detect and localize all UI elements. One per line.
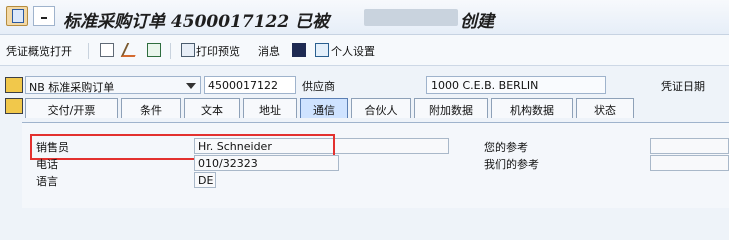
redacted-user — [364, 9, 458, 26]
document-icon[interactable] — [6, 6, 28, 26]
phone-field[interactable]: 010/32323 — [194, 155, 339, 171]
tab-address[interactable]: 地址 — [243, 98, 297, 118]
doc-date-label: 凭证日期 — [661, 80, 705, 93]
print-preview-icon[interactable] — [181, 43, 195, 57]
order-type-select[interactable]: NB 标准采购订单 — [25, 76, 201, 94]
tab-org-data[interactable]: 机构数据 — [491, 98, 573, 118]
tab-communication[interactable]: 通信 — [300, 98, 348, 118]
tab-partners[interactable]: 合伙人 — [351, 98, 411, 118]
your-reference-label: 您的参考 — [484, 141, 528, 154]
tab-strip: 交付/开票 条件 文本 地址 通信 合伙人 附加数据 机构数据 状态 — [25, 98, 729, 118]
tab-additional-data[interactable]: 附加数据 — [414, 98, 488, 118]
tab-status[interactable]: 状态 — [576, 98, 634, 118]
personal-settings-icon[interactable] — [315, 43, 329, 57]
language-field[interactable]: DE — [194, 172, 216, 188]
toolbar-divider — [88, 43, 89, 59]
vendor-label: 供应商 — [302, 80, 335, 93]
menu-icon[interactable] — [33, 6, 55, 26]
our-reference-label: 我们的参考 — [484, 158, 539, 171]
personal-settings-button[interactable]: 个人设置 — [331, 43, 375, 59]
phone-label: 电话 — [36, 158, 58, 171]
edit-icon[interactable] — [120, 43, 142, 57]
doc-overview-button[interactable]: 凭证概览打开 — [6, 43, 72, 59]
vendor-field[interactable]: 1000 C.E.B. BERLIN — [426, 76, 606, 94]
print-preview-button[interactable]: 打印预览 — [196, 43, 240, 59]
order-type-value: NB 标准采购订单 — [29, 81, 115, 94]
chevron-down-icon[interactable] — [186, 83, 196, 89]
your-reference-field[interactable] — [650, 138, 729, 154]
tab-delivery-invoice[interactable]: 交付/开票 — [25, 98, 118, 118]
cart-icon[interactable] — [5, 77, 23, 93]
communication-panel: 销售员 Hr. Schneider 电话 010/32323 语言 DE 您的参… — [22, 122, 729, 208]
toolbar-divider — [170, 43, 171, 59]
tab-texts[interactable]: 文本 — [184, 98, 240, 118]
window-title-suffix: 创建 — [460, 12, 494, 32]
structure-icon[interactable] — [147, 43, 161, 57]
main-area: NB 标准采购订单 4500017122 供应商 1000 C.E.B. BER… — [0, 66, 729, 208]
messages-icon[interactable] — [292, 43, 306, 57]
messages-button[interactable]: 消息 — [258, 43, 280, 59]
new-document-icon[interactable] — [100, 43, 114, 57]
application-toolbar: 凭证概览打开 打印预览 消息 个人设置 — [0, 35, 729, 66]
window-title-prefix: 标准采购订单 4500017122 已被 — [63, 12, 330, 32]
tab-conditions[interactable]: 条件 — [121, 98, 181, 118]
header-expand-icon[interactable] — [5, 98, 23, 114]
language-label: 语言 — [36, 175, 58, 188]
title-bar: 标准采购订单 4500017122 已被 创建 — [0, 0, 729, 35]
order-number-field[interactable]: 4500017122 — [204, 76, 296, 94]
our-reference-field[interactable] — [650, 155, 729, 171]
